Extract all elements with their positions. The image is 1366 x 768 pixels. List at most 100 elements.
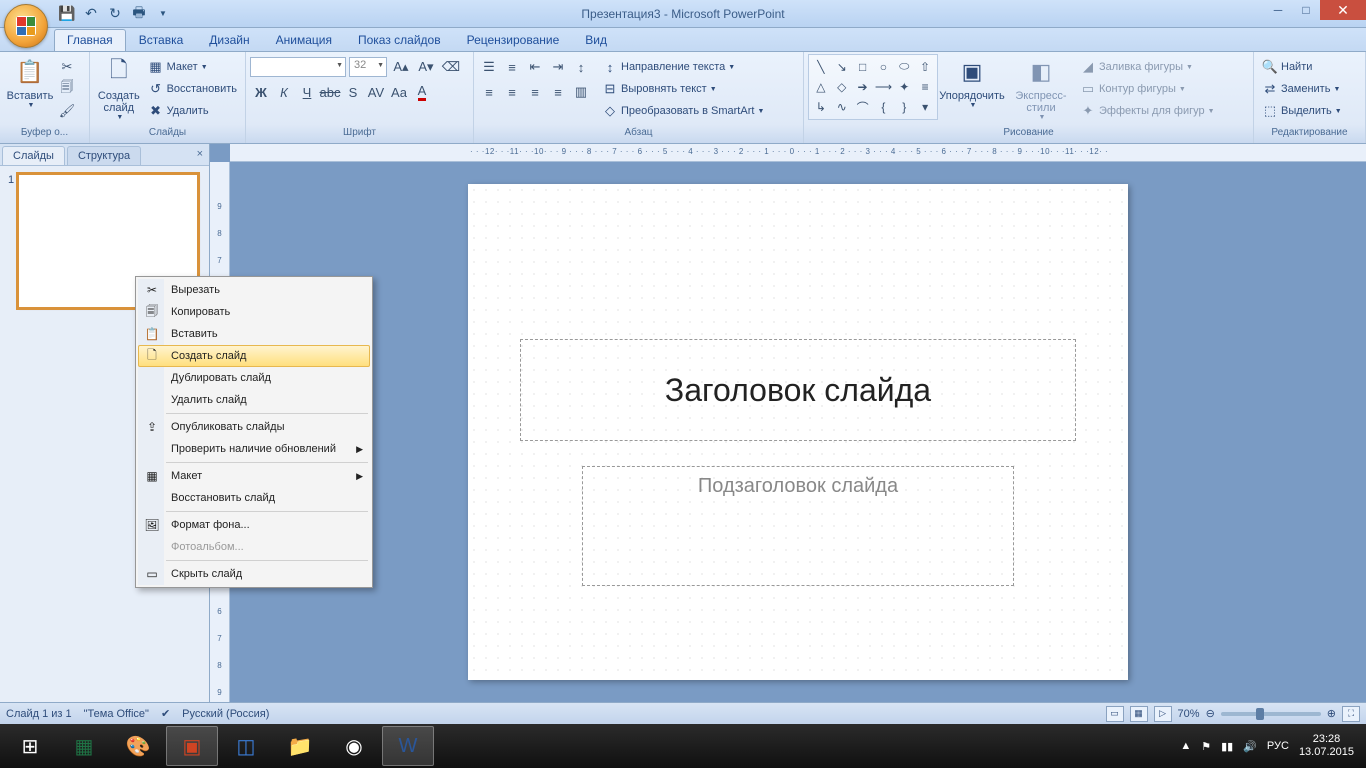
taskbar-app-icon[interactable]: ◫ (220, 726, 272, 766)
taskbar-chrome-icon[interactable]: ◉ (328, 726, 380, 766)
italic-icon[interactable]: К (273, 81, 295, 103)
taskbar-powerpoint-icon[interactable]: ▣ (166, 726, 218, 766)
start-button[interactable]: ⊞ (4, 726, 56, 766)
clear-format-icon[interactable]: ⌫ (440, 56, 462, 78)
redo-icon[interactable]: ↻ (104, 3, 126, 25)
text-direction-button[interactable]: ↕Направление текста ▼ (598, 56, 768, 78)
font-size-combo[interactable]: 32▼ (349, 57, 387, 77)
shape-outline-button[interactable]: ▭Контур фигуры ▼ (1076, 78, 1219, 100)
status-language[interactable]: Русский (Россия) (182, 708, 269, 720)
slide-canvas[interactable]: Заголовок слайда Подзаголовок слайда (468, 184, 1128, 680)
smartart-button[interactable]: ◇Преобразовать в SmartArt ▼ (598, 100, 768, 122)
tab-home[interactable]: Главная (54, 29, 126, 51)
layout-button[interactable]: ▦Макет ▼ (144, 56, 241, 78)
subtitle-placeholder[interactable]: Подзаголовок слайда (582, 466, 1014, 586)
cut-icon[interactable]: ✂ (56, 56, 78, 78)
taskbar-word-icon[interactable]: W (382, 726, 434, 766)
align-left-icon[interactable]: ≡ (478, 81, 500, 103)
cm-copy[interactable]: 🗐Копировать (138, 301, 370, 323)
office-button[interactable] (4, 4, 48, 48)
strike-icon[interactable]: abc (319, 81, 341, 103)
tray-volume-icon[interactable]: 🔊 (1243, 740, 1257, 753)
taskbar-paint-icon[interactable]: 🎨 (112, 726, 164, 766)
normal-view-icon[interactable]: ▭ (1106, 706, 1124, 722)
zoom-in-icon[interactable]: ⊕ (1327, 707, 1336, 720)
tab-insert[interactable]: Вставка (126, 29, 197, 51)
arrange-button[interactable]: ▣Упорядочить▼ (938, 54, 1006, 111)
cm-duplicate[interactable]: Дублировать слайд (138, 367, 370, 389)
replace-button[interactable]: ⇄Заменить ▼ (1258, 78, 1344, 100)
shape-effects-button[interactable]: ✦Эффекты для фигур ▼ (1076, 100, 1219, 122)
cm-layout[interactable]: ▦Макет▶ (138, 465, 370, 487)
cm-check-updates[interactable]: Проверить наличие обновлений▶ (138, 438, 370, 460)
reset-button[interactable]: ↺Восстановить (144, 78, 241, 100)
fit-window-icon[interactable]: ⛶ (1342, 706, 1360, 722)
spellcheck-icon[interactable]: ✔ (161, 707, 170, 720)
dec-indent-icon[interactable]: ⇤ (524, 56, 546, 78)
title-placeholder[interactable]: Заголовок слайда (520, 339, 1076, 441)
tray-lang[interactable]: РУС (1267, 740, 1289, 752)
tab-review[interactable]: Рецензирование (454, 29, 573, 51)
align-text-button[interactable]: ⊟Выровнять текст ▼ (598, 78, 768, 100)
close-button[interactable]: ✕ (1320, 0, 1366, 20)
slideshow-view-icon[interactable]: ▷ (1154, 706, 1172, 722)
save-icon[interactable]: 💾 (56, 3, 78, 25)
bold-icon[interactable]: Ж (250, 81, 272, 103)
grow-font-icon[interactable]: A▴ (390, 56, 412, 78)
inc-indent-icon[interactable]: ⇥ (547, 56, 569, 78)
minimize-button[interactable]: ─ (1264, 0, 1292, 20)
bullets-icon[interactable]: ☰ (478, 56, 500, 78)
shapes-gallery[interactable]: ╲↘□○⬭⇧ △◇➔⟶✦≡ ↳∿⌒{}▾ (808, 54, 938, 120)
zoom-out-icon[interactable]: ⊖ (1206, 707, 1215, 720)
align-center-icon[interactable]: ≡ (501, 81, 523, 103)
align-right-icon[interactable]: ≡ (524, 81, 546, 103)
qat-dropdown-icon[interactable]: ▼ (152, 3, 174, 25)
case-icon[interactable]: Aa (388, 81, 410, 103)
tab-design[interactable]: Дизайн (196, 29, 262, 51)
columns-icon[interactable]: ▥ (570, 81, 592, 103)
line-spacing-icon[interactable]: ↕ (570, 56, 592, 78)
format-painter-icon[interactable]: 🖌 (56, 100, 78, 122)
select-button[interactable]: ⬚Выделить ▼ (1258, 100, 1346, 122)
cm-reset[interactable]: Восстановить слайд (138, 487, 370, 509)
underline-icon[interactable]: Ч (296, 81, 318, 103)
print-icon[interactable]: 🖶 (128, 3, 150, 25)
tab-slideshow[interactable]: Показ слайдов (345, 29, 454, 51)
delete-button[interactable]: ✖Удалить (144, 100, 241, 122)
taskbar-excel-icon[interactable]: ▦ (58, 726, 110, 766)
tray-up-icon[interactable]: ▲ (1180, 740, 1191, 752)
taskbar-explorer-icon[interactable]: 📁 (274, 726, 326, 766)
tray-network-icon[interactable]: ▮▮ (1221, 740, 1233, 753)
font-name-combo[interactable]: ▼ (250, 57, 346, 77)
font-color-icon[interactable]: A (411, 81, 433, 103)
cm-delete[interactable]: Удалить слайд (138, 389, 370, 411)
paste-button[interactable]: 📋Вставить▼ (4, 54, 56, 111)
shadow-icon[interactable]: S (342, 81, 364, 103)
cm-new-slide[interactable]: 🗋Создать слайд (138, 345, 370, 367)
cm-paste[interactable]: 📋Вставить (138, 323, 370, 345)
spacing-icon[interactable]: AV (365, 81, 387, 103)
tab-view[interactable]: Вид (572, 29, 620, 51)
new-slide-button[interactable]: 🗋Создать слайд▼ (94, 54, 144, 123)
justify-icon[interactable]: ≡ (547, 81, 569, 103)
shrink-font-icon[interactable]: A▾ (415, 56, 437, 78)
tray-clock[interactable]: 23:2813.07.2015 (1299, 733, 1354, 759)
tab-animation[interactable]: Анимация (263, 29, 345, 51)
copy-icon[interactable]: 🗐 (56, 78, 78, 100)
sidetab-outline[interactable]: Структура (67, 146, 141, 165)
cm-hide[interactable]: ▭Скрыть слайд (138, 563, 370, 585)
undo-icon[interactable]: ↶ (80, 3, 102, 25)
shape-fill-button[interactable]: ◢Заливка фигуры ▼ (1076, 56, 1219, 78)
zoom-slider[interactable] (1221, 712, 1321, 716)
zoom-percent[interactable]: 70% (1178, 708, 1200, 720)
maximize-button[interactable]: □ (1292, 0, 1320, 20)
tray-flag-icon[interactable]: ⚑ (1201, 740, 1211, 753)
quick-styles-button[interactable]: ◧Экспресс-стили▼ (1006, 54, 1076, 123)
sorter-view-icon[interactable]: ▦ (1130, 706, 1148, 722)
cm-cut[interactable]: ✂Вырезать (138, 279, 370, 301)
find-button[interactable]: 🔍Найти (1258, 56, 1316, 78)
panel-close-icon[interactable]: × (197, 148, 203, 160)
cm-background[interactable]: 🖼Формат фона... (138, 514, 370, 536)
cm-publish[interactable]: ⇪Опубликовать слайды (138, 416, 370, 438)
sidetab-slides[interactable]: Слайды (2, 146, 65, 165)
